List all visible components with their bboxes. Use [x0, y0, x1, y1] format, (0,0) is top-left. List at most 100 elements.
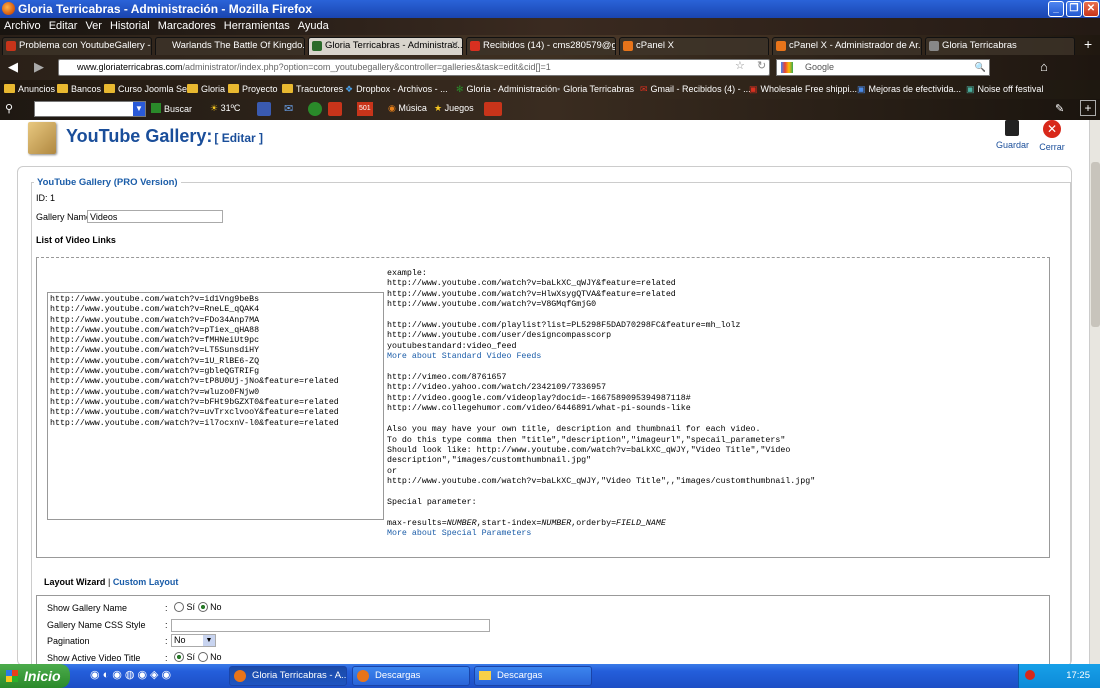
gallery-name-css-input[interactable] [171, 619, 490, 632]
bookmark-proyecto[interactable]: Proyecto [228, 83, 278, 96]
bookmark-gloria-terricabras[interactable]: ▪ Gloria Terricabras [557, 83, 634, 96]
radio-si[interactable] [174, 602, 184, 612]
bookmark-wholesale[interactable]: ▣ Wholesale Free shippi... [749, 83, 857, 96]
music-icon: ◉ [388, 103, 396, 113]
bookmark-gloria-admin[interactable]: ✻ Gloria - Administración [456, 83, 557, 96]
gmail-icon [470, 41, 480, 51]
folder-icon [57, 84, 68, 93]
menu-ayuda[interactable]: Ayuda [298, 18, 329, 35]
task-firefox[interactable]: Gloria Terricabras - A... [229, 666, 347, 686]
close-button[interactable]: ✕ Cerrar [1037, 120, 1067, 152]
menu-archivo[interactable]: Archivo [4, 18, 41, 35]
home-icon[interactable]: ⌂ [1040, 59, 1048, 74]
menu-herramientas[interactable]: Herramientas [224, 18, 290, 35]
gmail-icon: ✉ [640, 84, 648, 94]
video-links-textarea[interactable]: http://www.youtube.com/watch?v=id1Vng9be… [47, 292, 384, 520]
close-window-button[interactable]: ✕ [1083, 1, 1099, 17]
bookmark-dropbox[interactable]: ❖ Dropbox - Archivos - ... [345, 83, 448, 96]
search-icon[interactable]: 🔍 [975, 60, 986, 75]
search-icon[interactable]: ⚲ [5, 102, 13, 115]
back-icon[interactable]: ◀ [8, 59, 18, 75]
tab-bar: Problema con YoutubeGallery - ... Warlan… [0, 35, 1100, 55]
bookmark-gloria[interactable]: Gloria [187, 83, 225, 96]
url-bar[interactable]: www.gloriaterricabras.com/administrator/… [58, 59, 770, 76]
cb-icon[interactable] [484, 102, 502, 116]
quick-launch-icons[interactable]: ◉◐◉◍◉◈◉ [90, 668, 174, 681]
show-active-video-title-radio[interactable]: Sí No [174, 652, 222, 662]
wrench-icon[interactable]: ✎ [1055, 102, 1064, 115]
custom-layout-link[interactable]: Custom Layout [113, 577, 179, 587]
mail-icon[interactable]: ✉ [284, 102, 293, 115]
show-gallery-name-radio[interactable]: Sí No [174, 602, 222, 612]
games-button[interactable]: ★ Juegos [434, 103, 474, 114]
music-button[interactable]: ◉ Música [388, 103, 427, 114]
task-descargas-2[interactable]: Descargas [474, 666, 592, 686]
menu-editar[interactable]: Editar [49, 18, 78, 35]
bookmark-noise-off[interactable]: ▣ Noise off festival [966, 83, 1043, 96]
bookmark-anuncios[interactable]: Anuncios [4, 83, 55, 96]
bookmark-tracuctores[interactable]: Tracuctores [282, 83, 343, 96]
maximize-button[interactable]: ❐ [1066, 1, 1082, 17]
chat-icon[interactable] [308, 102, 322, 116]
page-scrollbar[interactable] [1089, 120, 1100, 664]
tab-warlands[interactable]: Warlands The Battle Of Kingdo... [155, 37, 305, 55]
gallery-name-label: Gallery Name [36, 212, 92, 222]
standard-feeds-link[interactable]: More about Standard Video Feeds [387, 352, 541, 361]
colon: : [165, 636, 168, 646]
notification-badge[interactable]: 501 [357, 102, 373, 116]
special-parameters-link[interactable]: More about Special Parameters [387, 529, 531, 538]
bookmark-bancos[interactable]: Bancos [57, 83, 101, 96]
radio-si[interactable] [174, 652, 184, 662]
new-tab-button[interactable]: + [1084, 36, 1092, 52]
tab-gloria-admin[interactable]: Gloria Terricabras - Administrac... ✕ [308, 37, 463, 55]
forward-icon[interactable]: ▶ [34, 59, 44, 75]
taskbar: Inicio ◉◐◉◍◉◈◉ Gloria Terricabras - A...… [0, 664, 1100, 688]
tab-gloria[interactable]: Gloria Terricabras [925, 37, 1075, 55]
radio-no[interactable] [197, 652, 208, 662]
pagination-select[interactable]: No ▼ [171, 634, 216, 647]
alert-icon[interactable] [1025, 670, 1035, 680]
tab-gmail[interactable]: Recibidos (14) - cms280579@g... [466, 37, 616, 55]
bookmark-star-icon[interactable]: ☆ [735, 59, 745, 72]
layout-wizard-tab[interactable]: Layout Wizard | Custom Layout [44, 577, 178, 587]
save-button[interactable]: Guardar [996, 120, 1029, 150]
folder-icon [187, 84, 198, 93]
buscar-button[interactable]: Buscar [151, 103, 192, 114]
toolbar-search-input[interactable]: ▼ [34, 101, 146, 117]
pagination-label: Pagination [47, 636, 90, 646]
show-active-video-title-label: Show Active Video Title [47, 653, 141, 663]
gallery-name-input[interactable] [87, 210, 223, 223]
bookmark-gmail[interactable]: ✉ Gmail - Recibidos (4) - ... [640, 83, 751, 96]
scrollbar-thumb[interactable] [1091, 162, 1100, 327]
close-tab-icon[interactable]: ✕ [451, 38, 459, 54]
task-descargas-1[interactable]: Descargas [352, 666, 470, 686]
youtube-icon[interactable] [328, 102, 342, 116]
chevron-down-icon[interactable]: ▼ [133, 102, 145, 116]
menu-ver[interactable]: Ver [85, 18, 102, 35]
id-label: ID: 1 [36, 193, 56, 203]
reload-icon[interactable]: ↻ [757, 59, 766, 72]
search-bar[interactable]: Google 🔍 [776, 59, 990, 76]
bookmark-curso-joomla[interactable]: Curso Joomla Seo [104, 83, 192, 96]
facebook-icon[interactable] [257, 102, 271, 116]
radio-no[interactable] [197, 602, 208, 612]
page-icon [929, 41, 939, 51]
weather-button[interactable]: ☀ 31ºC [210, 103, 240, 114]
tab-cpanel[interactable]: cPanel X [619, 37, 769, 55]
folder-icon [282, 84, 293, 93]
window-title-bar: Gloria Terricabras - Administración - Mo… [0, 0, 1100, 18]
menu-historial[interactable]: Historial [110, 18, 150, 35]
add-button[interactable]: + [1080, 100, 1096, 116]
bookmark-mejoras[interactable]: ▣ Mejoras de efectivida... [857, 83, 961, 96]
fieldset-legend: YouTube Gallery (PRO Version) [34, 177, 181, 188]
joomla-icon: ✻ [456, 84, 464, 94]
start-button[interactable]: Inicio [0, 664, 70, 688]
colon: : [165, 620, 168, 630]
minimize-button[interactable]: _ [1048, 1, 1064, 17]
video-links-heading: List of Video Links [36, 235, 116, 245]
tab-cpanel-files[interactable]: cPanel X - Administrador de Ar... [772, 37, 922, 55]
disk-icon [1005, 120, 1019, 136]
menu-marcadores[interactable]: Marcadores [158, 18, 216, 35]
tab-problema[interactable]: Problema con YoutubeGallery - ... [2, 37, 152, 55]
clock: 17:25 [1066, 670, 1090, 681]
